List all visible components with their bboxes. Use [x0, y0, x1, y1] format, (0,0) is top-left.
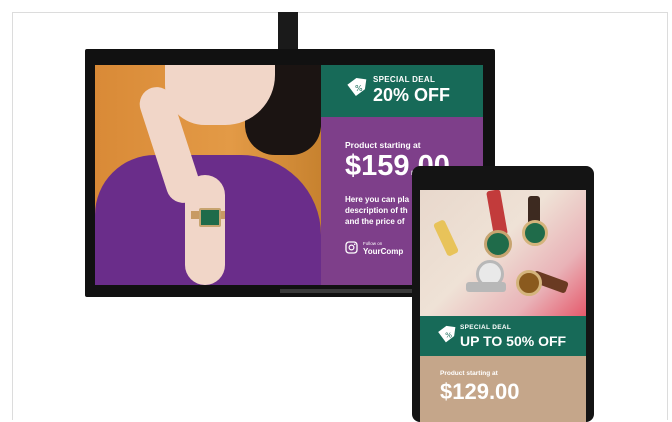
svg-text:%: %	[445, 331, 452, 340]
follow-label: Follow on	[363, 241, 383, 246]
portrait-deal-banner: % SPECIAL DEAL UP TO 50% OFF	[420, 316, 586, 356]
price-tag-icon: %	[438, 325, 456, 343]
svg-text:%: %	[355, 84, 363, 93]
portrait-starting-label: Product starting at	[440, 370, 498, 377]
model-photo	[95, 65, 321, 285]
description-line-2: description of th	[345, 206, 408, 215]
portrait-price-value: $129.00	[440, 379, 520, 404]
portrait-deal-value: UP TO 50% OFF	[460, 333, 567, 349]
display-base-bar	[280, 289, 420, 293]
portrait-price-panel: Product starting at $129.00	[420, 356, 586, 422]
description-line-1: Here you can pla	[345, 195, 410, 204]
instagram-icon	[345, 241, 358, 254]
portrait-deal-label: SPECIAL DEAL	[460, 324, 512, 331]
deal-banner: % SPECIAL DEAL 20% OFF	[321, 65, 483, 117]
watches-photo	[420, 190, 586, 316]
follow-name: YourComp	[363, 247, 404, 256]
price-tag-icon: %	[347, 77, 367, 97]
deal-value: 20% OFF	[373, 85, 451, 105]
portrait-display: % SPECIAL DEAL UP TO 50% OFF Product sta…	[412, 166, 594, 422]
description-line-3: and the price of	[345, 217, 405, 226]
portrait-screen: % SPECIAL DEAL UP TO 50% OFF Product sta…	[420, 190, 586, 422]
deal-label: SPECIAL DEAL	[373, 75, 436, 84]
starting-label: Product starting at	[345, 140, 421, 150]
